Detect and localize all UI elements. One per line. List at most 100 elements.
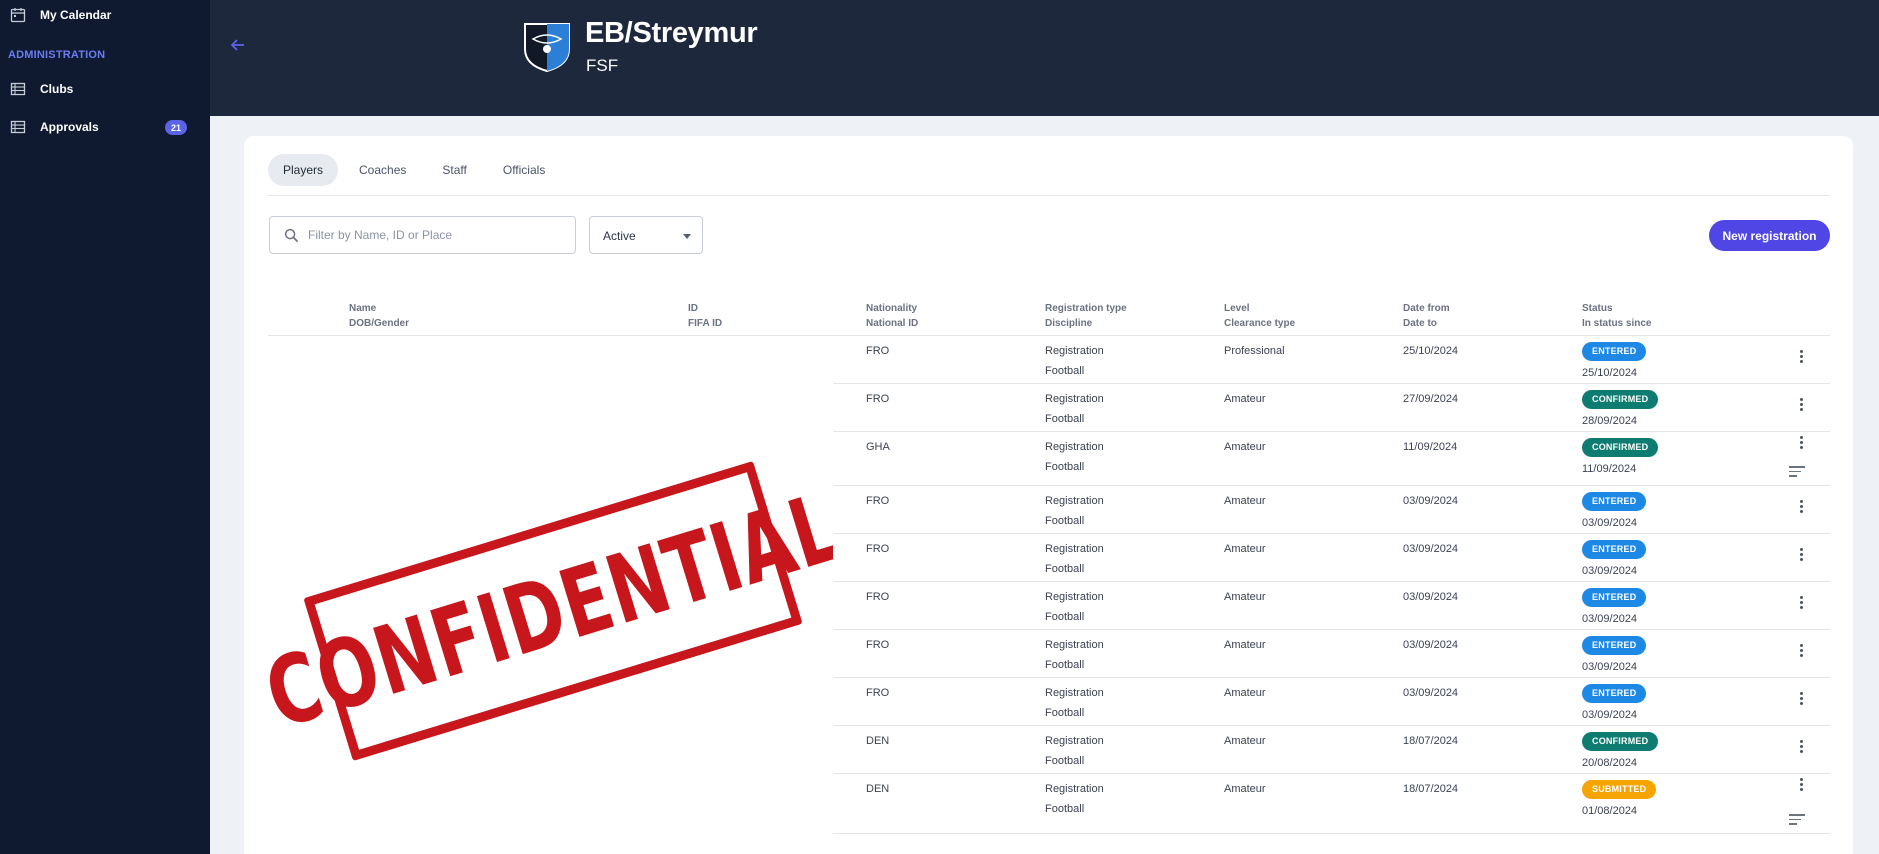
more-actions-icon[interactable] [1794,740,1808,756]
status-badge: CONFIRMED [1582,438,1659,457]
date-from-cell: 03/09/2024 [1403,687,1459,699]
sidebar-item-clubs[interactable]: Clubs [0,74,210,104]
sidebar-item-label: Approvals [40,120,99,134]
status-cell: SUBMITTED 01/08/2024 [1582,779,1657,817]
status-badge: ENTERED [1582,636,1647,655]
column-header-id[interactable]: ID FIFA ID [688,301,722,331]
status-badge: ENTERED [1582,588,1647,607]
level-cell: Amateur [1224,591,1266,603]
status-since-cell: 03/09/2024 [1582,661,1638,673]
discipline-cell: Football [1045,563,1085,575]
date-from-cell: 03/09/2024 [1403,543,1459,555]
tab-officials[interactable]: Officials [488,154,560,186]
nationality-cell: FRO [866,495,890,507]
registration-type-cell: Registration [1045,783,1104,795]
nationality-cell: DEN [866,783,890,795]
sidebar-item-label: Clubs [40,82,74,96]
more-actions-icon[interactable] [1794,398,1808,414]
discipline-cell: Football [1045,515,1085,527]
registration-type-cell: Registration [1045,687,1104,699]
registration-type-cell: Registration [1045,735,1104,747]
table-header: Name DOB/Gender ID FIFA ID Nationality Nati… [268,292,1830,336]
tab-staff[interactable]: Staff [427,154,481,186]
level-cell: Amateur [1224,735,1266,747]
more-actions-icon[interactable] [1794,596,1808,612]
status-cell: CONFIRMED 28/09/2024 [1582,389,1659,427]
players-card: Players Coaches Staff Officials Active N… [244,136,1853,854]
more-actions-icon[interactable] [1794,350,1808,366]
person-type-tabs: Players Coaches Staff Officials [268,154,560,186]
notes-icon[interactable] [1789,466,1805,478]
more-actions-icon[interactable] [1794,500,1808,516]
column-header-level[interactable]: Level Clearance type [1224,301,1295,331]
date-from-cell: 27/09/2024 [1403,393,1459,405]
status-cell: ENTERED 03/09/2024 [1582,491,1647,529]
discipline-cell: Football [1045,365,1085,377]
column-header-date[interactable]: Date from Date to [1403,301,1450,331]
confidential-stamp-text: CONFIDENTIAL [268,471,833,751]
club-header: EB/Streymur FSF [210,0,1879,116]
date-from-cell: 03/09/2024 [1403,591,1459,603]
status-cell: CONFIRMED 20/08/2024 [1582,731,1659,769]
confidential-overlay: CONFIDENTIAL [268,336,833,854]
calendar-icon [10,8,26,23]
tab-coaches[interactable]: Coaches [344,154,421,186]
federation-name: FSF [586,56,619,75]
more-actions-icon[interactable] [1794,548,1808,564]
sidebar-item-approvals[interactable]: Approvals 21 [0,112,210,142]
notes-icon[interactable] [1789,814,1805,826]
search-icon [284,228,299,243]
nationality-cell: DEN [866,735,890,747]
status-since-cell: 03/09/2024 [1582,517,1638,529]
more-actions-icon[interactable] [1794,644,1808,660]
sidebar: My Calendar ADMINISTRATION Clubs Approva… [0,0,210,854]
column-header-registration-type[interactable]: Registration type Discipline [1045,301,1127,331]
registration-type-cell: Registration [1045,591,1104,603]
sidebar-section-administration: ADMINISTRATION [8,49,106,61]
more-actions-icon[interactable] [1794,436,1808,452]
column-header-nationality[interactable]: Nationality National ID [866,301,918,331]
status-since-cell: 03/09/2024 [1582,709,1638,721]
registration-type-cell: Registration [1045,345,1104,357]
status-cell: ENTERED 03/09/2024 [1582,587,1647,625]
back-arrow-icon[interactable] [228,35,248,55]
nationality-cell: FRO [866,687,890,699]
nationality-cell: FRO [866,393,890,405]
status-since-cell: 20/08/2024 [1582,757,1638,769]
nationality-cell: FRO [866,639,890,651]
discipline-cell: Football [1045,755,1085,767]
status-badge: SUBMITTED [1582,780,1657,799]
status-since-cell: 03/09/2024 [1582,613,1638,625]
registration-type-cell: Registration [1045,393,1104,405]
more-actions-icon[interactable] [1794,692,1808,708]
registration-type-cell: Registration [1045,543,1104,555]
confidential-stamp: CONFIDENTIAL [268,461,833,761]
nationality-cell: FRO [866,345,890,357]
tab-players[interactable]: Players [268,154,339,186]
column-header-name[interactable]: Name DOB/Gender [349,301,409,331]
status-filter-select[interactable]: Active [589,216,703,254]
status-badge: CONFIRMED [1582,732,1659,751]
status-badge: ENTERED [1582,492,1647,511]
status-since-cell: 25/10/2024 [1582,367,1638,379]
approvals-count-badge: 21 [165,120,187,135]
nationality-cell: GHA [866,441,890,453]
discipline-cell: Football [1045,803,1085,815]
level-cell: Amateur [1224,441,1266,453]
date-from-cell: 11/09/2024 [1403,441,1458,453]
status-cell: ENTERED 03/09/2024 [1582,539,1647,577]
discipline-cell: Football [1045,413,1085,425]
sidebar-item-my-calendar[interactable]: My Calendar [0,0,210,30]
date-from-cell: 18/07/2024 [1403,735,1459,747]
search-input[interactable] [308,225,563,245]
level-cell: Amateur [1224,543,1266,555]
nationality-cell: FRO [866,591,890,603]
date-from-cell: 25/10/2024 [1403,345,1459,357]
status-filter-value: Active [603,229,636,243]
status-cell: CONFIRMED 11/09/2024 [1582,437,1659,475]
column-header-status[interactable]: Status In status since [1582,301,1651,331]
more-actions-icon[interactable] [1794,778,1808,794]
search-box [269,216,576,254]
new-registration-button[interactable]: New registration [1709,220,1830,251]
discipline-cell: Football [1045,611,1085,623]
